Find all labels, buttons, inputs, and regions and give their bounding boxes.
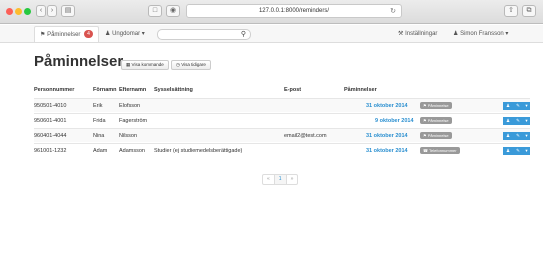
clock-icon: ◷ [176, 62, 180, 67]
tabs-overview-icon[interactable]: □ [148, 5, 162, 17]
table-row[interactable]: 950501-4010 Erik Elofsson 31 oktober 201… [34, 98, 530, 112]
app-navbar: ⚑ Påminnelser 4 ♟ Ungdomar ▾ ⚲ ⚒ Inställ… [0, 25, 543, 43]
user-icon[interactable]: ♟ [503, 117, 513, 125]
reminder-type-label: ⚑ Påminnelse [420, 102, 452, 109]
close-window-icon[interactable] [6, 8, 13, 15]
caret-down-icon[interactable]: ▾ [523, 117, 530, 125]
cell-personnummer: 961001-1232 [34, 148, 67, 154]
user-name: Simon Fransson [460, 31, 504, 37]
col-header-email: E-post [284, 87, 302, 93]
caret-down-icon: ▾ [505, 31, 509, 37]
cell-reminder-date[interactable]: 31 oktober 2014 [366, 99, 408, 113]
cell-lastname: Nilsson [119, 133, 138, 139]
reminders-count-badge: 4 [84, 30, 93, 38]
row-actions: ♟ ✎ ▾ [503, 102, 530, 110]
reminder-type-text: Påminnelse [427, 118, 449, 123]
user-menu[interactable]: ♟ Simon Fransson ▾ [448, 26, 513, 42]
wrench-icon: ⚒ [398, 31, 404, 37]
col-header-occupation: Sysselsättning [154, 87, 193, 93]
cell-firstname: Frida [93, 118, 106, 124]
caret-down-icon[interactable]: ▾ [523, 132, 530, 140]
search-icon[interactable]: ⚲ [241, 30, 246, 40]
cell-email[interactable]: email2@test.com [284, 129, 327, 143]
page-title: Påminnelser [34, 53, 124, 70]
zoom-window-icon[interactable] [24, 8, 31, 15]
new-tab-icon[interactable]: ⧉ [522, 5, 536, 17]
cell-personnummer: 950501-4010 [34, 103, 67, 109]
edit-icon[interactable]: ✎ [513, 117, 523, 125]
pagination-page-1[interactable]: 1 [273, 175, 287, 184]
caret-down-icon: ▾ [141, 31, 145, 37]
table-row[interactable]: 960401-4044 Nina Nilsson email2@test.com… [34, 128, 530, 142]
address-bar[interactable]: 127.0.0.1:8000/reminders/ ↻ [186, 4, 402, 18]
reminder-type-label: ⚑ Påminnelse [420, 132, 452, 139]
cell-personnummer: 950601-4001 [34, 118, 67, 124]
address-text: 127.0.0.1:8000/reminders/ [258, 8, 330, 14]
search-input[interactable]: ⚲ [157, 29, 251, 40]
cell-personnummer: 960401-4044 [34, 133, 67, 139]
cell-firstname: Adam [93, 148, 108, 154]
cell-reminder-date[interactable]: 31 oktober 2014 [366, 129, 408, 143]
cell-lastname: Fagerström [119, 118, 148, 124]
cell-lastname: Adamsson [119, 148, 145, 154]
pagination: «1» [262, 174, 299, 185]
table-row[interactable]: 961001-1232 Adam Adamsson Studier (ej st… [34, 143, 530, 157]
share-icon[interactable]: ⇧ [504, 5, 518, 17]
caret-down-icon[interactable]: ▾ [523, 102, 530, 110]
user-icon: ♟ [105, 31, 111, 37]
cell-lastname: Elofsson [119, 103, 141, 109]
show-upcoming-button[interactable]: ▦ Visa kommande [121, 60, 169, 70]
show-past-button[interactable]: ◷ Visa tidigare [171, 60, 211, 70]
browser-chrome: ‹ › ▤ □ ◉ 127.0.0.1:8000/reminders/ ↻ ⇧ … [0, 0, 543, 24]
tab-reminders[interactable]: ⚑ Påminnelser 4 [34, 26, 99, 42]
caret-down-icon[interactable]: ▾ [523, 147, 530, 155]
reminder-type-label: ☎ Telefonnummer [420, 147, 460, 154]
edit-icon[interactable]: ✎ [513, 147, 523, 155]
cell-firstname: Nina [93, 133, 105, 139]
user-icon[interactable]: ♟ [503, 132, 513, 140]
bell-icon: ⚑ [40, 32, 46, 38]
settings-label: Inställningar [405, 31, 438, 37]
edit-icon[interactable]: ✎ [513, 102, 523, 110]
back-icon[interactable]: ‹ [36, 5, 46, 17]
pagination-next[interactable]: » [287, 175, 298, 184]
row-actions: ♟ ✎ ▾ [503, 117, 530, 125]
tab-students[interactable]: ♟ Ungdomar ▾ [100, 26, 150, 42]
user-icon[interactable]: ♟ [503, 102, 513, 110]
row-actions: ♟ ✎ ▾ [503, 147, 530, 155]
reminder-type-text: Påminnelse [427, 133, 449, 138]
sidebar-icon[interactable]: ▤ [61, 5, 75, 17]
cell-occupation: Studier (ej studiemedelsberättigade) [154, 148, 243, 154]
minimize-window-icon[interactable] [15, 8, 22, 15]
cell-reminder-date[interactable]: 31 oktober 2014 [366, 144, 408, 158]
tab-students-label: Ungdomar [112, 31, 141, 37]
reload-icon[interactable]: ↻ [390, 5, 396, 18]
row-actions: ♟ ✎ ▾ [503, 132, 530, 140]
list-icon: ▦ [126, 62, 131, 67]
pagination-prev[interactable]: « [263, 175, 274, 184]
user-icon: ♟ [453, 31, 459, 37]
cell-reminder-date[interactable]: 9 oktober 2014 [375, 114, 414, 128]
col-header-personnummer: Personnummer [34, 87, 75, 93]
show-past-label: Visa tidigare [181, 62, 206, 67]
user-icon[interactable]: ♟ [503, 147, 513, 155]
edit-icon[interactable]: ✎ [513, 132, 523, 140]
tab-reminders-label: Påminnelser [47, 32, 81, 38]
col-header-firstname: Förnamn [93, 87, 117, 93]
show-upcoming-label: Visa kommande [131, 62, 164, 67]
table-row[interactable]: 950601-4001 Frida Fagerström 9 oktober 2… [34, 113, 530, 127]
settings-link[interactable]: ⚒ Inställningar [393, 26, 442, 42]
reminder-type-text: Påminnelse [427, 103, 449, 108]
forward-icon[interactable]: › [47, 5, 57, 17]
col-header-lastname: Efternamn [119, 87, 147, 93]
reminder-type-text: Telefonnummer [429, 148, 457, 153]
shield-icon[interactable]: ◉ [166, 5, 180, 17]
cell-firstname: Erik [93, 103, 103, 109]
col-header-reminders: Påminnelser [344, 87, 377, 93]
reminder-type-label: ⚑ Påminnelse [420, 117, 452, 124]
